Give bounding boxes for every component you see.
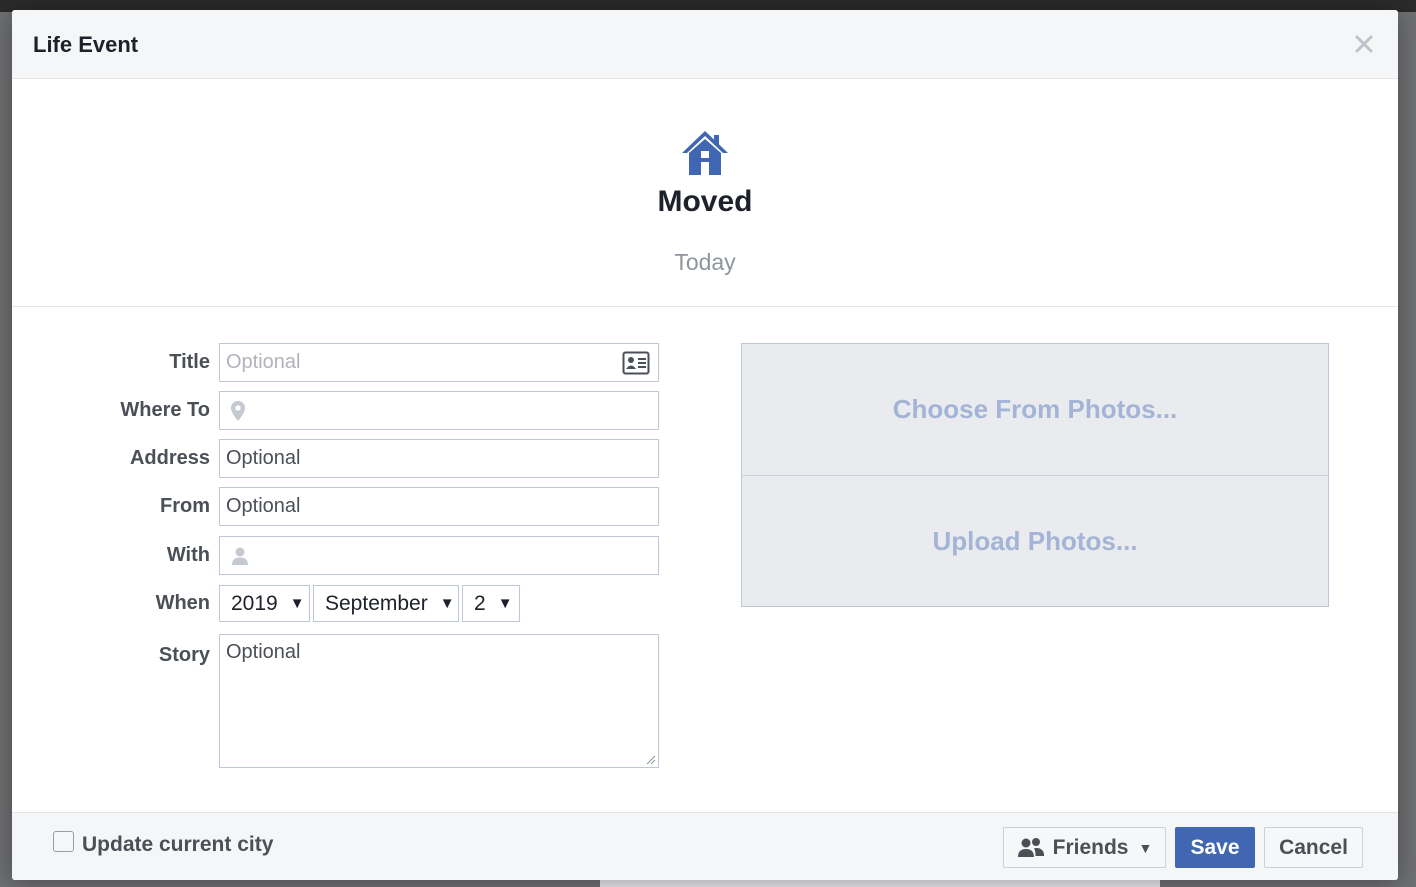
event-date: Today xyxy=(674,249,736,275)
day-value: 2 xyxy=(474,591,486,615)
audience-selector-button[interactable]: Friends ▼ xyxy=(1003,827,1166,868)
story-label: Story xyxy=(158,644,210,666)
month-select[interactable]: September ▼ xyxy=(313,585,459,622)
from-label: From xyxy=(160,495,210,517)
day-select[interactable]: 2 ▼ xyxy=(462,585,520,622)
from-input[interactable]: Optional xyxy=(219,487,659,526)
chevron-down-icon: ▼ xyxy=(497,595,513,612)
audience-label: Friends xyxy=(1052,835,1129,859)
title-placeholder: Optional xyxy=(226,351,301,373)
where-to-row: Where To xyxy=(12,391,659,430)
choose-from-photos-button[interactable]: Choose From Photos... xyxy=(742,344,1328,475)
title-row: Title Optional xyxy=(12,343,659,382)
update-city-option: Update current city xyxy=(53,830,273,857)
event-type-title: Moved xyxy=(657,185,753,218)
with-label: With xyxy=(166,544,210,566)
month-value: September xyxy=(325,591,428,615)
upload-photos-button[interactable]: Upload Photos... xyxy=(742,475,1328,606)
chevron-down-icon: ▼ xyxy=(439,595,455,612)
dialog-footer: Update current city Friends ▼ Save Cance… xyxy=(12,812,1398,880)
update-city-checkbox[interactable] xyxy=(53,830,74,852)
close-button[interactable] xyxy=(1350,30,1378,58)
where-to-input[interactable] xyxy=(219,391,659,430)
when-row: When 2019 ▼ September ▼ 2 ▼ xyxy=(12,585,520,622)
title-label: Title xyxy=(169,351,210,373)
story-textarea[interactable]: Optional xyxy=(219,634,659,768)
cancel-button[interactable]: Cancel xyxy=(1264,827,1363,868)
title-input[interactable]: Optional xyxy=(219,343,659,382)
save-button[interactable]: Save xyxy=(1175,827,1255,868)
address-label: Address xyxy=(129,447,210,469)
when-label: When xyxy=(155,592,210,614)
person-icon xyxy=(232,547,248,565)
location-pin-icon xyxy=(231,400,245,421)
photo-panel: Choose From Photos... Upload Photos... xyxy=(741,343,1329,607)
year-select[interactable]: 2019 ▼ xyxy=(219,585,310,622)
from-placeholder: Optional xyxy=(226,495,301,517)
where-to-label: Where To xyxy=(120,399,210,421)
close-icon xyxy=(1355,35,1373,53)
friends-icon xyxy=(1017,837,1044,857)
event-summary: Moved Today xyxy=(12,79,1398,307)
chevron-down-icon: ▼ xyxy=(289,595,305,612)
dialog-title: Life Event xyxy=(33,32,139,57)
address-input[interactable]: Optional xyxy=(219,439,659,478)
update-city-label[interactable]: Update current city xyxy=(82,833,273,857)
dialog-header: Life Event xyxy=(12,10,1398,79)
with-row: With xyxy=(12,536,659,575)
event-form: Title Optional Where To Address Optional… xyxy=(12,307,1398,812)
story-placeholder: Optional xyxy=(226,641,301,663)
year-value: 2019 xyxy=(231,591,278,615)
contact-card-icon xyxy=(622,351,650,375)
life-event-dialog: Life Event Moved Today Title Optional Wh… xyxy=(12,10,1398,880)
house-icon xyxy=(682,131,728,175)
story-row: Story Optional xyxy=(12,634,659,768)
address-placeholder: Optional xyxy=(226,447,301,469)
address-row: Address Optional xyxy=(12,439,659,478)
resize-grip-icon[interactable] xyxy=(644,753,656,765)
with-input[interactable] xyxy=(219,536,659,575)
chevron-down-icon: ▼ xyxy=(1138,839,1153,856)
from-row: From Optional xyxy=(12,487,659,526)
